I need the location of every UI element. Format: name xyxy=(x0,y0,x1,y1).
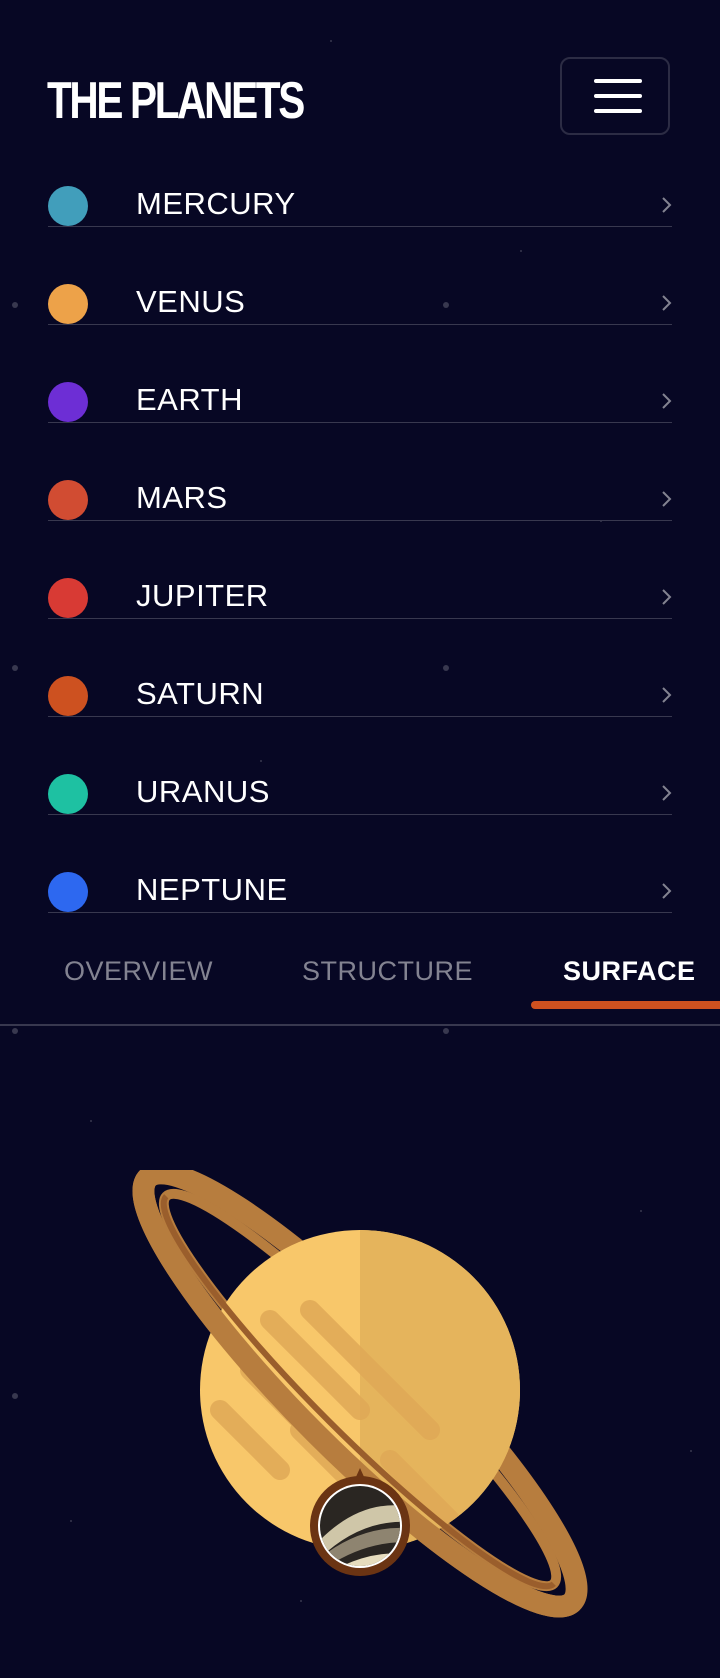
planet-item-mars[interactable]: MARS xyxy=(0,464,720,562)
tab-surface[interactable]: SURFACE xyxy=(563,954,696,988)
planet-color-dot xyxy=(48,578,88,618)
tab-structure[interactable]: STRUCTURE xyxy=(302,954,473,988)
chevron-right-icon xyxy=(662,491,672,507)
divider xyxy=(48,618,672,619)
planet-item-venus[interactable]: VENUS xyxy=(0,268,720,366)
divider xyxy=(48,716,672,717)
divider xyxy=(48,814,672,815)
planet-name: MERCURY xyxy=(136,186,296,221)
planet-name: JUPITER xyxy=(136,578,269,613)
planet-item-saturn[interactable]: SATURN xyxy=(0,660,720,758)
planet-item-uranus[interactable]: URANUS xyxy=(0,758,720,856)
planet-color-dot xyxy=(48,480,88,520)
divider xyxy=(48,422,672,423)
planet-item-jupiter[interactable]: JUPITER xyxy=(0,562,720,660)
planet-name: SATURN xyxy=(136,676,265,711)
planet-name: MARS xyxy=(136,480,228,515)
divider xyxy=(48,324,672,325)
planet-name: URANUS xyxy=(136,774,270,809)
divider xyxy=(48,520,672,521)
planet-item-earth[interactable]: EARTH xyxy=(0,366,720,464)
planet-color-dot xyxy=(48,676,88,716)
active-tab-indicator xyxy=(531,1001,720,1009)
chevron-right-icon xyxy=(662,785,672,801)
chevron-right-icon xyxy=(662,883,672,899)
menu-button[interactable] xyxy=(560,57,670,135)
divider xyxy=(48,226,672,227)
divider xyxy=(0,1024,720,1026)
chevron-right-icon xyxy=(662,687,672,703)
planet-name: NEPTUNE xyxy=(136,872,288,907)
planet-color-dot xyxy=(48,872,88,912)
planet-color-dot xyxy=(48,186,88,226)
chevron-right-icon xyxy=(662,295,672,311)
planet-name: EARTH xyxy=(136,382,244,417)
app-header: THE PLANETS xyxy=(0,0,720,170)
planet-color-dot xyxy=(48,284,88,324)
chevron-right-icon xyxy=(662,197,672,213)
content-tabs: OVERVIEW STRUCTURE SURFACE xyxy=(0,930,720,1026)
tab-overview[interactable]: OVERVIEW xyxy=(64,954,213,988)
planet-color-dot xyxy=(48,774,88,814)
divider xyxy=(48,912,672,913)
app-logo[interactable]: THE PLANETS xyxy=(47,70,305,132)
chevron-right-icon xyxy=(662,393,672,409)
saturn-illustration xyxy=(130,1162,590,1630)
planet-color-dot xyxy=(48,382,88,422)
planet-item-mercury[interactable]: MERCURY xyxy=(0,170,720,268)
chevron-right-icon xyxy=(662,589,672,605)
planet-name: VENUS xyxy=(136,284,246,319)
